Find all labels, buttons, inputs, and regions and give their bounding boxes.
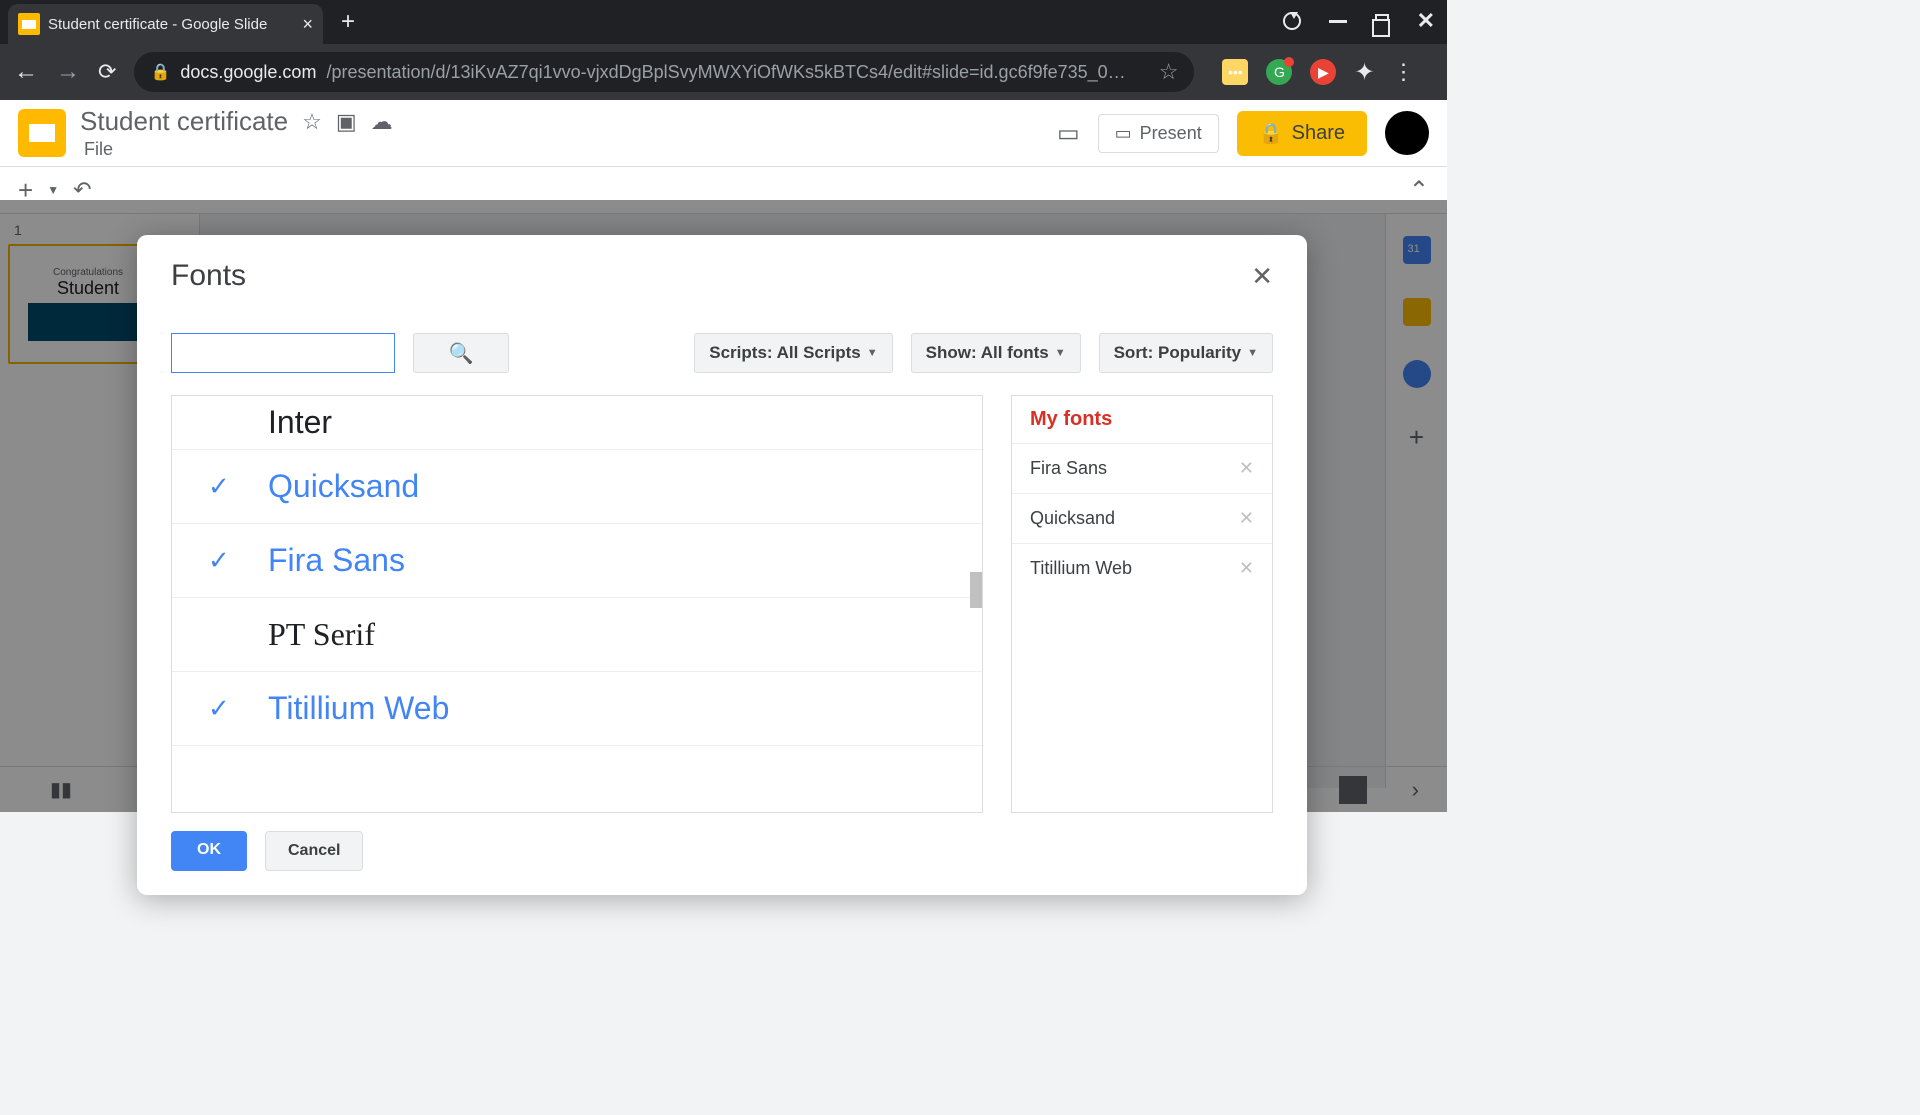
cloud-status-icon[interactable]: ☁ [371, 109, 393, 135]
forward-button[interactable]: → [56, 58, 80, 86]
font-name: PT Serif [268, 616, 375, 653]
browser-chrome: Student certificate - Google Slide × + ✕… [0, 0, 1447, 100]
cancel-button[interactable]: Cancel [265, 831, 363, 871]
font-row[interactable]: PT Serif [172, 598, 982, 672]
my-font-row[interactable]: Quicksand ✕ [1012, 493, 1272, 543]
sort-filter-label: Sort: Popularity [1114, 343, 1242, 363]
font-name: Quicksand [268, 468, 419, 505]
font-search-input[interactable] [171, 333, 395, 373]
font-list[interactable]: Inter ✓ Quicksand ✓ Fira Sans PT Serif [171, 395, 983, 813]
browser-menu-icon[interactable]: ⋮ [1393, 59, 1415, 85]
new-slide-caret-icon[interactable]: ▼ [47, 183, 59, 197]
youtube-icon[interactable]: ▶ [1310, 59, 1336, 85]
show-filter-label: Show: All fonts [926, 343, 1049, 363]
slides-logo-icon[interactable] [18, 109, 66, 157]
modal-overlay: Fonts ✕ 🔍 Scripts: All Scripts ▼ Show: A… [0, 200, 1447, 812]
font-row[interactable]: Inter [172, 396, 982, 450]
browser-tab[interactable]: Student certificate - Google Slide × [8, 4, 323, 44]
slides-favicon [18, 13, 40, 35]
omnibox[interactable]: 🔒 docs.google.com/presentation/d/13iKvAZ… [134, 52, 1194, 92]
comments-icon[interactable]: ▭ [1057, 119, 1080, 148]
present-label: Present [1140, 123, 1202, 144]
scrollbar-thumb[interactable] [970, 572, 982, 608]
minimize-icon[interactable] [1329, 20, 1347, 23]
sort-filter[interactable]: Sort: Popularity ▼ [1099, 333, 1273, 373]
remove-font-icon[interactable]: ✕ [1239, 458, 1254, 479]
show-filter[interactable]: Show: All fonts ▼ [911, 333, 1081, 373]
extension-icons: ••• G ▶ ✦ ⋮ [1222, 58, 1414, 87]
close-tab-icon[interactable]: × [302, 14, 313, 35]
tab-title: Student certificate - Google Slide [48, 16, 294, 33]
doc-title[interactable]: Student certificate [80, 106, 288, 137]
font-name: Titillium Web [268, 690, 449, 727]
lock-icon: 🔒 [150, 62, 170, 82]
grammarly-icon[interactable]: G [1266, 59, 1292, 85]
file-menu[interactable]: File [80, 139, 393, 160]
my-font-row[interactable]: Titillium Web ✕ [1012, 543, 1272, 593]
font-search-button[interactable]: 🔍 [413, 333, 509, 373]
font-name: Inter [268, 404, 332, 441]
check-icon: ✓ [208, 545, 238, 576]
my-fonts-title: My fonts [1012, 396, 1272, 443]
extension-icon[interactable]: ••• [1222, 59, 1248, 85]
close-window-icon[interactable]: ✕ [1417, 8, 1435, 34]
back-button[interactable]: ← [14, 58, 38, 86]
profile-icon[interactable] [1283, 12, 1301, 30]
remove-font-icon[interactable]: ✕ [1239, 558, 1254, 579]
dialog-title: Fonts [171, 259, 246, 293]
remove-font-icon[interactable]: ✕ [1239, 508, 1254, 529]
font-name: Fira Sans [268, 542, 405, 579]
dropdown-caret-icon: ▼ [867, 347, 878, 359]
fonts-dialog: Fonts ✕ 🔍 Scripts: All Scripts ▼ Show: A… [137, 235, 1307, 895]
slides-app: Student certificate ☆ ▣ ☁ File ▭ ▭ Prese… [0, 100, 1447, 812]
app-header: Student certificate ☆ ▣ ☁ File ▭ ▭ Prese… [0, 100, 1447, 160]
ok-button[interactable]: OK [171, 831, 247, 871]
dropdown-caret-icon: ▼ [1055, 347, 1066, 359]
new-tab-button[interactable]: + [341, 8, 355, 36]
check-icon: ✓ [208, 693, 238, 724]
extensions-puzzle-icon[interactable]: ✦ [1354, 58, 1374, 87]
font-row[interactable]: ✓ Titillium Web [172, 672, 982, 746]
close-dialog-icon[interactable]: ✕ [1251, 261, 1273, 292]
window-controls: ✕ [1283, 8, 1435, 34]
url-path: /presentation/d/13iKvAZ7qi1vvo-vjxdDgBpl… [326, 62, 1125, 83]
font-row[interactable]: ✓ Fira Sans [172, 524, 982, 598]
url-host: docs.google.com [180, 62, 316, 83]
share-label: Share [1292, 122, 1345, 145]
search-icon: 🔍 [449, 341, 474, 366]
font-filter-row: 🔍 Scripts: All Scripts ▼ Show: All fonts… [171, 333, 1273, 373]
bookmark-star-icon[interactable]: ☆ [1159, 59, 1179, 85]
dropdown-caret-icon: ▼ [1247, 347, 1258, 359]
check-icon: ✓ [208, 471, 238, 502]
my-font-name: Fira Sans [1030, 458, 1107, 479]
cancel-label: Cancel [288, 842, 340, 859]
star-doc-icon[interactable]: ☆ [302, 109, 322, 135]
omnibox-row: ← → ⟳ 🔒 docs.google.com/presentation/d/1… [0, 44, 1447, 100]
dialog-footer: OK Cancel [171, 831, 1273, 871]
move-doc-icon[interactable]: ▣ [336, 109, 357, 135]
share-button[interactable]: 🔒 Share [1237, 111, 1367, 156]
my-fonts-panel: My fonts Fira Sans ✕ Quicksand ✕ Titilli… [1011, 395, 1273, 813]
scripts-filter-label: Scripts: All Scripts [709, 343, 860, 363]
my-font-name: Quicksand [1030, 508, 1115, 529]
font-row[interactable]: ✓ Quicksand [172, 450, 982, 524]
ok-label: OK [197, 841, 221, 858]
present-icon: ▭ [1115, 123, 1132, 144]
tab-strip: Student certificate - Google Slide × + ✕ [0, 0, 1447, 44]
present-button[interactable]: ▭ Present [1098, 114, 1219, 153]
reload-button[interactable]: ⟳ [98, 59, 116, 85]
maximize-icon[interactable] [1375, 14, 1389, 28]
my-font-name: Titillium Web [1030, 558, 1132, 579]
share-lock-icon: 🔒 [1259, 121, 1284, 146]
my-font-row[interactable]: Fira Sans ✕ [1012, 443, 1272, 493]
scripts-filter[interactable]: Scripts: All Scripts ▼ [694, 333, 892, 373]
account-avatar[interactable] [1385, 111, 1429, 155]
